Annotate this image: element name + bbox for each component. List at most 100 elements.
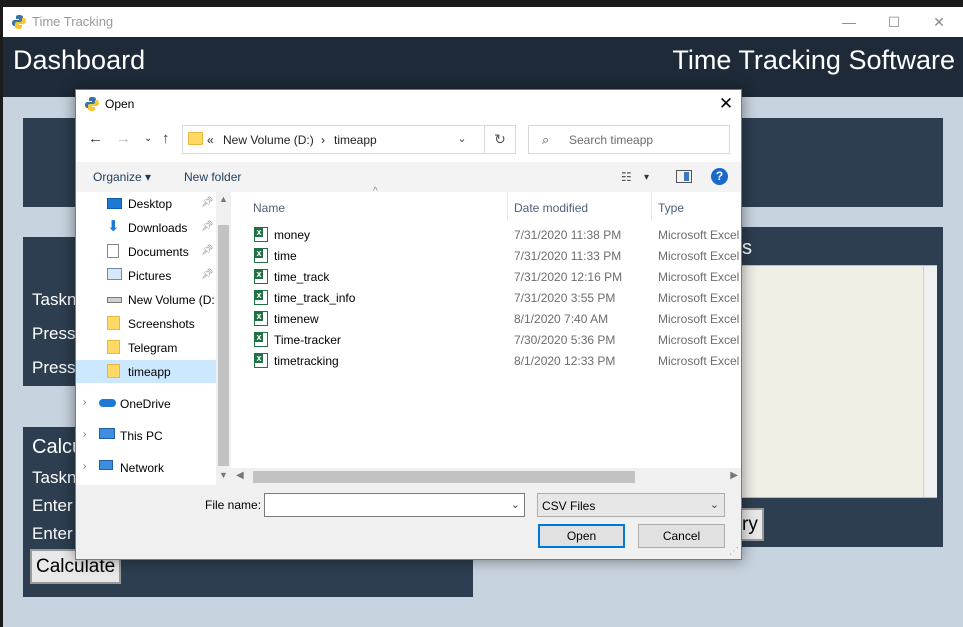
file-type-chevron-icon: ⌄ bbox=[709, 499, 719, 511]
preview-pane-icon[interactable] bbox=[676, 170, 692, 183]
search-icon: ⌕ bbox=[542, 132, 550, 147]
dialog-close-button[interactable]: ✕ bbox=[711, 90, 741, 118]
file-name: time bbox=[274, 249, 297, 263]
scroll-down-icon[interactable]: ▼ bbox=[219, 470, 228, 480]
nav-item-desktop[interactable]: Desktop 📌︎ bbox=[76, 192, 216, 215]
app-titlebar: Time Tracking — ☐ ✕ bbox=[3, 7, 963, 37]
file-row[interactable]: money 7/31/2020 11:38 PM Microsoft Excel bbox=[231, 224, 741, 245]
file-type-value: CSV Files bbox=[542, 499, 596, 513]
expand-chevron-icon[interactable]: › bbox=[83, 461, 86, 472]
close-button[interactable]: ✕ bbox=[916, 7, 962, 37]
new-folder-button[interactable]: New folder bbox=[184, 170, 241, 184]
view-options-dropdown[interactable]: ▾ bbox=[644, 172, 649, 183]
organize-menu[interactable]: Organize ▾ bbox=[93, 170, 151, 184]
column-header-date[interactable]: Date modified bbox=[514, 201, 588, 215]
excel-file-icon bbox=[254, 248, 268, 263]
file-name-dropdown-chevron-icon[interactable]: ⌄ bbox=[511, 498, 520, 511]
folder-icon bbox=[188, 132, 203, 145]
scrollbar-thumb[interactable] bbox=[253, 471, 635, 483]
python-icon bbox=[85, 97, 99, 111]
file-row[interactable]: timenew 8/1/2020 7:40 AM Microsoft Excel bbox=[231, 308, 741, 329]
file-row[interactable]: time_track_info 7/31/2020 3:55 PM Micros… bbox=[231, 287, 741, 308]
address-crumb-drive[interactable]: New Volume (D:) bbox=[223, 133, 314, 147]
nav-item-screenshots[interactable]: Screenshots bbox=[76, 312, 216, 335]
folder-icon bbox=[107, 316, 120, 330]
column-header-name[interactable]: Name bbox=[253, 201, 285, 215]
address-separator-icon: › bbox=[321, 133, 325, 147]
cancel-button[interactable]: Cancel bbox=[638, 524, 725, 548]
nav-item-telegram[interactable]: Telegram bbox=[76, 336, 216, 359]
search-placeholder: Search timeapp bbox=[569, 133, 654, 147]
cloud-icon bbox=[99, 399, 116, 407]
dialog-titlebar: Open ✕ bbox=[76, 90, 741, 118]
app-window-title: Time Tracking bbox=[32, 14, 114, 29]
excel-file-icon bbox=[254, 353, 268, 368]
folder-icon bbox=[107, 340, 120, 354]
scroll-right-icon[interactable]: ▶ bbox=[730, 470, 738, 481]
nav-item-timeapp[interactable]: timeapp bbox=[76, 360, 216, 383]
maximize-button[interactable]: ☐ bbox=[871, 7, 917, 37]
picture-icon bbox=[107, 268, 122, 280]
nav-item-downloads[interactable]: ⬇ Downloads 📌︎ bbox=[76, 216, 216, 239]
desktop-icon bbox=[107, 198, 122, 209]
search-box[interactable]: ⌕ Search timeapp bbox=[528, 125, 730, 154]
pin-icon: 📌︎ bbox=[201, 197, 214, 208]
excel-file-icon bbox=[254, 332, 268, 347]
minimize-button[interactable]: — bbox=[826, 7, 872, 37]
nav-item-new-volume[interactable]: New Volume (D: bbox=[76, 288, 216, 311]
recent-locations-chevron-icon[interactable]: ⌄ bbox=[144, 133, 152, 144]
address-bar[interactable]: « New Volume (D:) › timeapp ⌄ bbox=[182, 125, 516, 154]
file-type: Microsoft Excel bbox=[658, 228, 740, 242]
sort-ascending-icon: ^ bbox=[373, 186, 378, 197]
expand-chevron-icon[interactable]: › bbox=[83, 397, 86, 408]
address-dropdown-chevron-icon[interactable]: ⌄ bbox=[449, 126, 475, 153]
history-scrollbar[interactable] bbox=[923, 266, 937, 497]
forward-arrow-icon[interactable]: → bbox=[116, 130, 131, 147]
open-button[interactable]: Open bbox=[538, 524, 625, 548]
file-row[interactable]: timetracking 8/1/2020 12:33 PM Microsoft… bbox=[231, 350, 741, 371]
open-dialog: Open ✕ ← → ⌄ ↑ « New Volume (D:) › timea… bbox=[75, 89, 742, 560]
dialog-title: Open bbox=[105, 97, 135, 111]
view-list-icon[interactable]: ☷ bbox=[621, 170, 632, 184]
column-divider[interactable] bbox=[651, 192, 652, 220]
nav-item-pictures[interactable]: Pictures 📌︎ bbox=[76, 264, 216, 287]
file-type: Microsoft Excel bbox=[658, 312, 740, 326]
file-row[interactable]: time_track 7/31/2020 12:16 PM Microsoft … bbox=[231, 266, 741, 287]
expand-chevron-icon[interactable]: › bbox=[83, 429, 86, 440]
excel-file-icon bbox=[254, 227, 268, 242]
pin-icon: 📌︎ bbox=[201, 221, 214, 232]
resize-grip-icon[interactable]: ⋰ bbox=[729, 546, 739, 557]
file-name-input[interactable]: ⌄ bbox=[264, 493, 525, 517]
nav-item-onedrive[interactable]: › OneDrive bbox=[76, 392, 216, 415]
nav-item-documents[interactable]: Documents 📌︎ bbox=[76, 240, 216, 263]
file-type-select[interactable]: CSV Files ⌄ bbox=[537, 493, 725, 517]
nav-item-label: New Volume (D: bbox=[128, 293, 215, 307]
navigation-scrollbar[interactable]: ▲ ▼ bbox=[216, 192, 231, 485]
scroll-up-icon[interactable]: ▲ bbox=[219, 194, 228, 204]
back-arrow-icon[interactable]: ← bbox=[88, 130, 103, 147]
nav-item-label: Desktop bbox=[128, 197, 173, 211]
address-crumb-folder[interactable]: timeapp bbox=[334, 133, 377, 147]
file-type: Microsoft Excel bbox=[658, 291, 740, 305]
nav-item-this-pc[interactable]: › This PC bbox=[76, 424, 216, 447]
scrollbar-thumb[interactable] bbox=[218, 225, 229, 466]
press-label-1: Press bbox=[32, 324, 76, 343]
file-row[interactable]: time 7/31/2020 11:33 PM Microsoft Excel bbox=[231, 245, 741, 266]
file-list-horizontal-scrollbar[interactable]: ◀ ▶ bbox=[231, 468, 741, 485]
file-row[interactable]: Time-tracker 7/30/2020 5:36 PM Microsoft… bbox=[231, 329, 741, 350]
history-textarea[interactable] bbox=[725, 265, 937, 498]
help-icon[interactable]: ? bbox=[711, 168, 728, 185]
file-name-label: File name: bbox=[205, 498, 262, 512]
nav-item-label: Screenshots bbox=[128, 317, 195, 331]
address-overflow-icon[interactable]: « bbox=[207, 133, 214, 147]
up-arrow-icon[interactable]: ↑ bbox=[162, 130, 170, 147]
refresh-icon[interactable]: ↻ bbox=[484, 125, 516, 154]
column-divider[interactable] bbox=[507, 192, 508, 220]
app-header: Dashboard Time Tracking Software bbox=[3, 37, 963, 97]
python-icon bbox=[12, 15, 26, 29]
file-date: 7/31/2020 11:33 PM bbox=[514, 249, 622, 263]
nav-item-network[interactable]: › Network bbox=[76, 456, 216, 479]
column-header-type[interactable]: Type bbox=[658, 201, 684, 215]
header-software-title: Time Tracking Software bbox=[672, 45, 955, 75]
scroll-left-icon[interactable]: ◀ bbox=[236, 470, 244, 481]
